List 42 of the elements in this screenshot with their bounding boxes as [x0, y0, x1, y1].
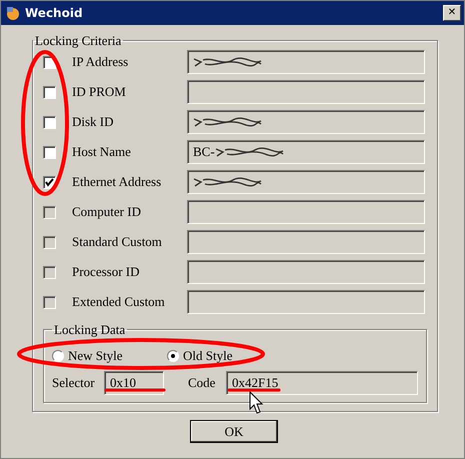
input-field[interactable]: BC-: [187, 140, 425, 164]
selector-label: Selector: [52, 375, 96, 391]
criterion-label: Extended Custom: [72, 294, 166, 310]
scribble-icon: [193, 56, 263, 68]
close-button[interactable]: ✕: [443, 5, 461, 21]
ok-button[interactable]: OK: [190, 420, 278, 443]
selector-field[interactable]: 0x10: [104, 371, 164, 395]
checkbox[interactable]: [43, 176, 56, 188]
code-field[interactable]: 0x42F15: [226, 371, 418, 395]
underline-mark: [104, 388, 166, 392]
checkbox[interactable]: [43, 146, 56, 158]
code-label: Code: [188, 375, 216, 391]
cursor-icon: [250, 390, 264, 414]
input-field[interactable]: [187, 110, 425, 134]
checkbox[interactable]: [43, 86, 56, 98]
criterion-label: Standard Custom: [72, 234, 163, 250]
scribble-icon: [214, 146, 285, 158]
group-title: Locking Data: [53, 323, 126, 336]
underline-mark: [228, 388, 280, 392]
radio-button[interactable]: [167, 350, 179, 362]
window-title: Wechoid: [25, 6, 84, 20]
scribble-icon: [193, 176, 263, 188]
criterion-label: Disk ID: [72, 114, 115, 130]
radio-label: Old Style: [183, 348, 232, 364]
input-field[interactable]: [187, 80, 425, 104]
scribble-icon: [193, 116, 263, 128]
criterion-label: Host Name: [72, 144, 132, 160]
criterion-label: Processor ID: [72, 264, 141, 280]
criterion-label: Ethernet Address: [72, 174, 162, 190]
input-field[interactable]: [187, 50, 425, 74]
criterion-label: Computer ID: [72, 204, 142, 220]
radio-label: New Style: [68, 348, 123, 364]
radio-option[interactable]: Old Style: [167, 348, 277, 364]
radio-button[interactable]: [52, 350, 64, 362]
checkbox[interactable]: [43, 116, 56, 128]
group-title: Locking Criteria: [34, 34, 122, 47]
app-icon: [5, 5, 21, 21]
criterion-label: IP Address: [72, 54, 130, 70]
radio-option[interactable]: New Style: [52, 348, 167, 364]
field-value: BC-: [193, 144, 215, 160]
input-field[interactable]: [187, 170, 425, 194]
criterion-label: ID PROM: [72, 84, 127, 100]
